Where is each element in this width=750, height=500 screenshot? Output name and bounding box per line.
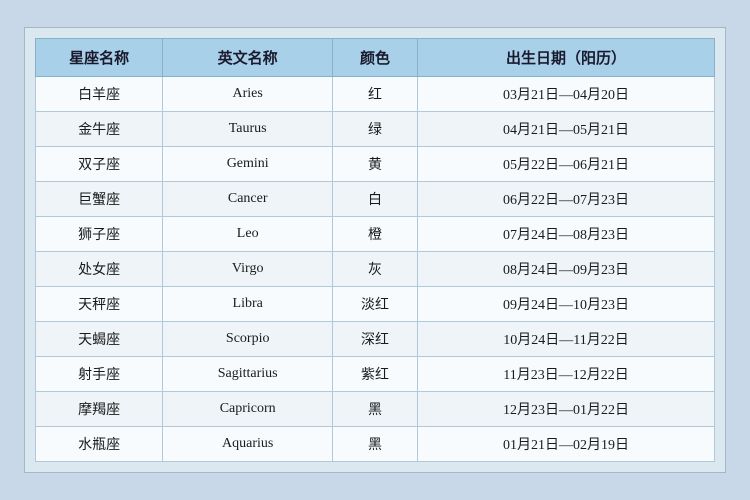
cell-english: Taurus xyxy=(163,112,333,147)
cell-chinese: 狮子座 xyxy=(36,217,163,252)
table-row: 射手座Sagittarius紫红11月23日—12月22日 xyxy=(36,357,715,392)
cell-chinese: 白羊座 xyxy=(36,77,163,112)
cell-english: Sagittarius xyxy=(163,357,333,392)
table-body: 白羊座Aries红03月21日—04月20日金牛座Taurus绿04月21日—0… xyxy=(36,77,715,462)
cell-chinese: 金牛座 xyxy=(36,112,163,147)
header-chinese: 星座名称 xyxy=(36,39,163,77)
cell-color: 黑 xyxy=(333,392,418,427)
cell-chinese: 处女座 xyxy=(36,252,163,287)
cell-date: 05月22日—06月21日 xyxy=(417,147,714,182)
cell-color: 白 xyxy=(333,182,418,217)
cell-color: 深红 xyxy=(333,322,418,357)
table-row: 天秤座Libra淡红09月24日—10月23日 xyxy=(36,287,715,322)
cell-english: Scorpio xyxy=(163,322,333,357)
table-row: 巨蟹座Cancer白06月22日—07月23日 xyxy=(36,182,715,217)
cell-date: 04月21日—05月21日 xyxy=(417,112,714,147)
header-date: 出生日期（阳历） xyxy=(417,39,714,77)
cell-date: 07月24日—08月23日 xyxy=(417,217,714,252)
cell-date: 03月21日—04月20日 xyxy=(417,77,714,112)
cell-color: 紫红 xyxy=(333,357,418,392)
cell-chinese: 天蝎座 xyxy=(36,322,163,357)
table-row: 处女座Virgo灰08月24日—09月23日 xyxy=(36,252,715,287)
cell-english: Cancer xyxy=(163,182,333,217)
table-header-row: 星座名称 英文名称 颜色 出生日期（阳历） xyxy=(36,39,715,77)
table-row: 双子座Gemini黄05月22日—06月21日 xyxy=(36,147,715,182)
cell-chinese: 巨蟹座 xyxy=(36,182,163,217)
table-row: 金牛座Taurus绿04月21日—05月21日 xyxy=(36,112,715,147)
header-color: 颜色 xyxy=(333,39,418,77)
zodiac-table: 星座名称 英文名称 颜色 出生日期（阳历） 白羊座Aries红03月21日—04… xyxy=(35,38,715,462)
cell-date: 10月24日—11月22日 xyxy=(417,322,714,357)
cell-chinese: 双子座 xyxy=(36,147,163,182)
cell-date: 12月23日—01月22日 xyxy=(417,392,714,427)
cell-chinese: 天秤座 xyxy=(36,287,163,322)
cell-english: Virgo xyxy=(163,252,333,287)
cell-date: 11月23日—12月22日 xyxy=(417,357,714,392)
cell-color: 灰 xyxy=(333,252,418,287)
cell-english: Capricorn xyxy=(163,392,333,427)
table-row: 摩羯座Capricorn黑12月23日—01月22日 xyxy=(36,392,715,427)
cell-english: Libra xyxy=(163,287,333,322)
cell-color: 淡红 xyxy=(333,287,418,322)
cell-date: 09月24日—10月23日 xyxy=(417,287,714,322)
table-row: 天蝎座Scorpio深红10月24日—11月22日 xyxy=(36,322,715,357)
cell-color: 红 xyxy=(333,77,418,112)
zodiac-table-container: 星座名称 英文名称 颜色 出生日期（阳历） 白羊座Aries红03月21日—04… xyxy=(24,27,726,473)
cell-color: 绿 xyxy=(333,112,418,147)
cell-chinese: 水瓶座 xyxy=(36,427,163,462)
table-row: 水瓶座Aquarius黑01月21日—02月19日 xyxy=(36,427,715,462)
cell-color: 黄 xyxy=(333,147,418,182)
header-english: 英文名称 xyxy=(163,39,333,77)
cell-chinese: 射手座 xyxy=(36,357,163,392)
cell-english: Gemini xyxy=(163,147,333,182)
cell-color: 黑 xyxy=(333,427,418,462)
cell-english: Aquarius xyxy=(163,427,333,462)
cell-english: Leo xyxy=(163,217,333,252)
cell-date: 01月21日—02月19日 xyxy=(417,427,714,462)
cell-date: 06月22日—07月23日 xyxy=(417,182,714,217)
cell-chinese: 摩羯座 xyxy=(36,392,163,427)
table-row: 白羊座Aries红03月21日—04月20日 xyxy=(36,77,715,112)
cell-english: Aries xyxy=(163,77,333,112)
table-row: 狮子座Leo橙07月24日—08月23日 xyxy=(36,217,715,252)
cell-color: 橙 xyxy=(333,217,418,252)
cell-date: 08月24日—09月23日 xyxy=(417,252,714,287)
